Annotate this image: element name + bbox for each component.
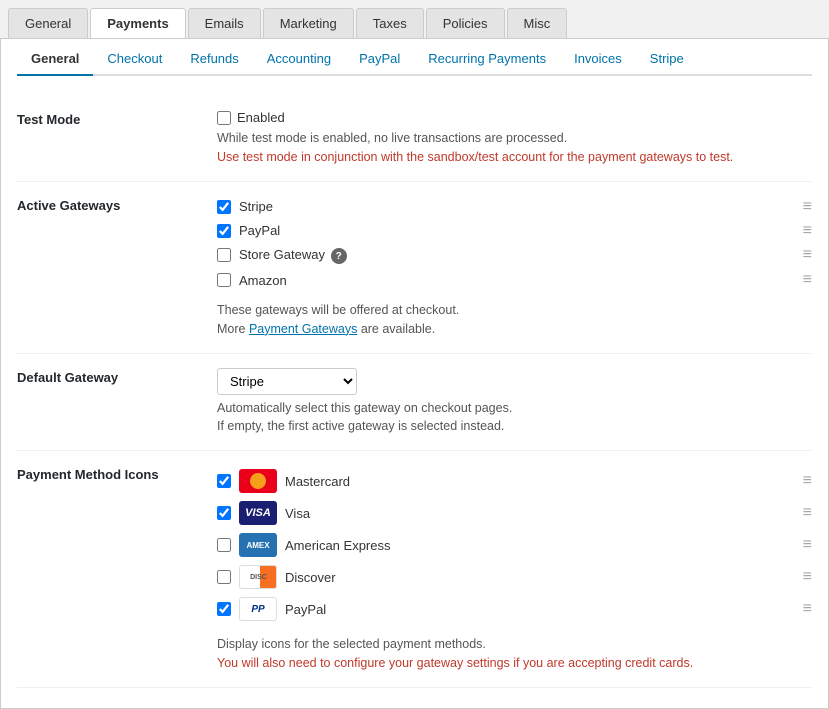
default-gateway-select[interactable]: Stripe PayPal Store Gateway Amazon: [217, 368, 357, 395]
gateway-stripe: Stripe ≡: [217, 196, 812, 218]
test-mode-checkbox[interactable]: [217, 111, 231, 125]
active-gateways-label: Active Gateways: [17, 196, 217, 213]
test-mode-checkbox-row: Enabled: [217, 110, 812, 125]
test-mode-desc1: While test mode is enabled, no live tran…: [217, 129, 812, 148]
gateway-amazon-checkbox[interactable]: [217, 273, 231, 287]
default-gateway-label: Default Gateway: [17, 368, 217, 385]
payment-icons-desc1: Display icons for the selected payment m…: [217, 635, 812, 654]
icon-row-paypal: PP PayPal ≡: [217, 593, 812, 625]
sub-tab-checkout[interactable]: Checkout: [93, 43, 176, 76]
icon-amex-checkbox[interactable]: [217, 538, 231, 552]
sub-nav: General Checkout Refunds Accounting PayP…: [17, 39, 812, 76]
tab-general[interactable]: General: [8, 8, 88, 38]
icon-row-mastercard: Mastercard ≡: [217, 465, 812, 497]
gateway-stripe-name: Stripe: [239, 199, 795, 214]
payment-gateways-link[interactable]: Payment Gateways: [249, 322, 357, 336]
tab-policies[interactable]: Policies: [426, 8, 505, 38]
icon-mastercard-drag[interactable]: ≡: [803, 473, 812, 489]
icon-visa-name: Visa: [285, 506, 795, 521]
gateway-store-drag[interactable]: ≡: [803, 247, 812, 263]
top-tab-bar: General Payments Emails Marketing Taxes …: [0, 0, 829, 39]
payment-icons-label: Payment Method Icons: [17, 465, 217, 482]
discover-icon: DISC: [239, 565, 277, 589]
payment-icons-row: Payment Method Icons Mastercard ≡: [17, 451, 812, 688]
gateway-paypal: PayPal ≡: [217, 220, 812, 242]
test-mode-label: Test Mode: [17, 110, 217, 127]
test-mode-row: Test Mode Enabled While test mode is ena…: [17, 96, 812, 182]
gateway-paypal-drag[interactable]: ≡: [803, 223, 812, 239]
gateway-stripe-drag[interactable]: ≡: [803, 199, 812, 215]
icon-mastercard-checkbox[interactable]: [217, 474, 231, 488]
default-gateway-content: Stripe PayPal Store Gateway Amazon Autom…: [217, 368, 812, 437]
tab-taxes[interactable]: Taxes: [356, 8, 424, 38]
gateway-amazon-drag[interactable]: ≡: [803, 272, 812, 288]
sub-tab-accounting[interactable]: Accounting: [253, 43, 345, 76]
settings-table: Test Mode Enabled While test mode is ena…: [17, 96, 812, 688]
icon-visa-drag[interactable]: ≡: [803, 505, 812, 521]
icon-row-discover: DISC Discover ≡: [217, 561, 812, 593]
icon-discover-checkbox[interactable]: [217, 570, 231, 584]
gateway-store-name: Store Gateway ?: [239, 247, 795, 265]
tab-misc[interactable]: Misc: [507, 8, 568, 38]
icon-mastercard-name: Mastercard: [285, 474, 795, 489]
sub-tab-invoices[interactable]: Invoices: [560, 43, 636, 76]
test-mode-checkbox-label: Enabled: [237, 110, 285, 125]
active-gateways-desc1: These gateways will be offered at checko…: [217, 301, 812, 339]
icon-paypal-checkbox[interactable]: [217, 602, 231, 616]
gateway-paypal-checkbox[interactable]: [217, 224, 231, 238]
sub-tab-paypal[interactable]: PayPal: [345, 43, 414, 76]
default-gateway-desc: Automatically select this gateway on che…: [217, 399, 812, 437]
tab-emails[interactable]: Emails: [188, 8, 261, 38]
tab-marketing[interactable]: Marketing: [263, 8, 354, 38]
sub-tab-recurring[interactable]: Recurring Payments: [414, 43, 560, 76]
sub-tab-general[interactable]: General: [17, 43, 93, 76]
gateway-amazon-name: Amazon: [239, 273, 795, 288]
icon-discover-name: Discover: [285, 570, 795, 585]
gateway-paypal-name: PayPal: [239, 223, 795, 238]
icon-discover-drag[interactable]: ≡: [803, 569, 812, 585]
gateway-list: Stripe ≡ PayPal ≡ Store Gateway: [217, 196, 812, 292]
amex-icon: AMEX: [239, 533, 277, 557]
gateway-amazon: Amazon ≡: [217, 269, 812, 291]
tab-payments[interactable]: Payments: [90, 8, 185, 38]
paypal-card-icon: PP: [239, 597, 277, 621]
gateway-store-checkbox[interactable]: [217, 248, 231, 262]
test-mode-content: Enabled While test mode is enabled, no l…: [217, 110, 812, 167]
gateway-stripe-checkbox[interactable]: [217, 200, 231, 214]
icon-row-amex: AMEX American Express ≡: [217, 529, 812, 561]
icon-paypal-drag[interactable]: ≡: [803, 601, 812, 617]
store-gateway-help-icon[interactable]: ?: [331, 248, 347, 264]
icon-row-visa: VISA Visa ≡: [217, 497, 812, 529]
test-mode-desc2: Use test mode in conjunction with the sa…: [217, 148, 812, 167]
active-gateways-row: Active Gateways Stripe ≡ PayPal ≡: [17, 182, 812, 354]
sub-tab-stripe[interactable]: Stripe: [636, 43, 698, 76]
icon-visa-checkbox[interactable]: [217, 506, 231, 520]
content-area: General Checkout Refunds Accounting PayP…: [0, 39, 829, 709]
page-wrapper: General Payments Emails Marketing Taxes …: [0, 0, 829, 709]
payment-icons-content: Mastercard ≡ VISA Visa ≡: [217, 465, 812, 673]
icon-amex-name: American Express: [285, 538, 795, 553]
gateway-store: Store Gateway ? ≡: [217, 244, 812, 268]
active-gateways-content: Stripe ≡ PayPal ≡ Store Gateway: [217, 196, 812, 339]
default-gateway-row: Default Gateway Stripe PayPal Store Gate…: [17, 354, 812, 452]
icon-amex-drag[interactable]: ≡: [803, 537, 812, 553]
mastercard-icon: [239, 469, 277, 493]
visa-icon: VISA: [239, 501, 277, 525]
icon-paypal-name: PayPal: [285, 602, 795, 617]
payment-icons-desc2: You will also need to configure your gat…: [217, 654, 812, 673]
sub-tab-refunds[interactable]: Refunds: [176, 43, 252, 76]
